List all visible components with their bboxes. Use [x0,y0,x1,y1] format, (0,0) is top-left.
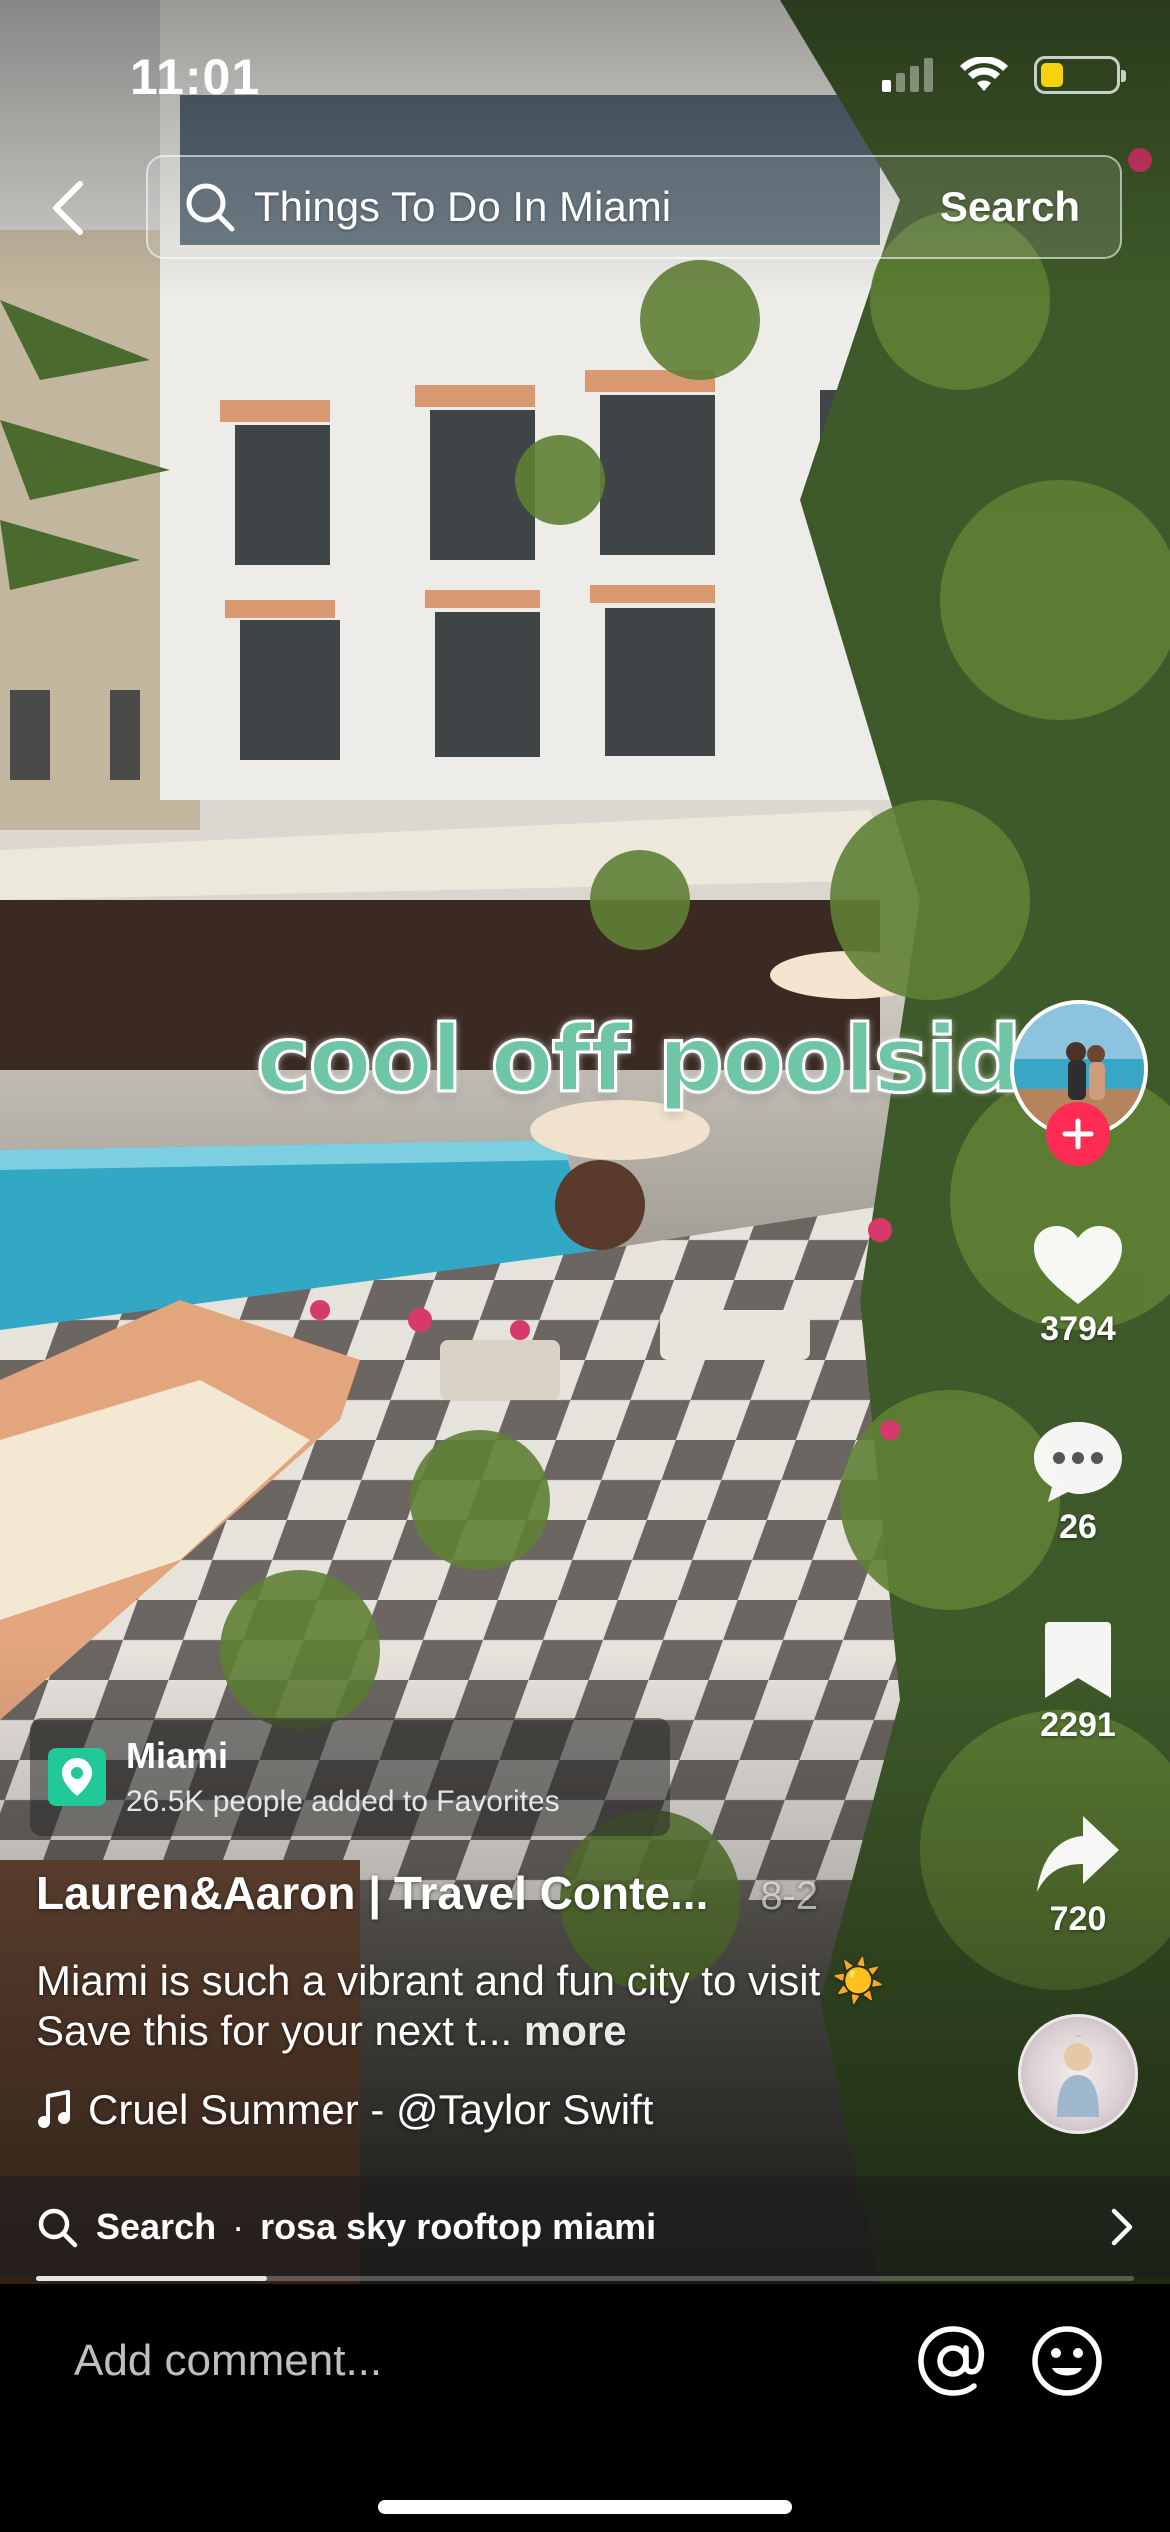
post-date: 8-2 [760,1874,819,1918]
post-description[interactable]: Miami is such a vibrant and fun city to … [36,1956,896,2056]
comment-input[interactable]: Add comment... [74,2336,382,2386]
like-button[interactable]: 3794 [1018,1224,1138,1349]
save-count: 2291 [1040,1706,1116,1744]
like-count: 3794 [1040,1310,1116,1348]
related-search-label: Search [96,2206,217,2247]
video-progress-fill [36,2276,267,2281]
author-row: Lauren&Aaron | Travel Conte... 8-2 [36,1866,818,1920]
sound-title: Cruel Summer - @Taylor Swift [88,2086,654,2133]
related-search-term: rosa sky rooftop miami [260,2206,657,2247]
cellular-signal-icon [882,58,933,92]
comment-button[interactable]: 26 [1018,1420,1138,1547]
share-button[interactable]: 720 [1018,1814,1138,1939]
location-tag[interactable]: Miami 26.5K people added to Favorites [30,1718,670,1836]
svg-text:~: ~ [1074,2032,1082,2042]
video-overlay-caption: cool off poolside [254,1005,1083,1115]
separator-dot: · [232,2206,245,2247]
more-link[interactable]: more [524,2007,627,2054]
status-time: 11:01 [130,49,261,105]
music-note-icon [38,2090,70,2128]
search-icon [186,183,235,232]
heart-icon [1034,1226,1122,1304]
author-name[interactable]: Lauren&Aaron | Travel Conte... [36,1866,708,1920]
mention-icon[interactable] [916,2324,990,2398]
save-button[interactable]: 2291 [1018,1620,1138,1745]
sound-link[interactable]: Cruel Summer - @Taylor Swift [36,2086,653,2134]
search-query[interactable]: Things To Do In Miami [254,183,940,231]
share-arrow-icon [1037,1816,1119,1892]
comment-bar: Add comment... [0,2284,1170,2532]
sound-disc[interactable]: ~ [1018,2014,1138,2134]
search-button[interactable]: Search [940,183,1080,231]
status-icons [882,56,1126,94]
bookmark-icon [1045,1622,1111,1698]
location-favorites-count: 26.5K people added to Favorites [126,1785,560,1818]
chevron-left-icon [53,181,83,235]
location-name: Miami [126,1735,229,1776]
battery-icon [1034,56,1126,94]
video-progress-bar[interactable] [36,2276,1134,2281]
home-indicator [378,2500,792,2514]
comment-icon [1034,1422,1122,1502]
follow-button[interactable] [1046,1102,1110,1166]
back-button[interactable] [38,178,98,238]
video-player[interactable] [0,0,1170,2284]
comment-count: 26 [1059,1508,1097,1546]
location-pin-icon [48,1748,106,1806]
share-count: 720 [1049,1900,1107,1938]
sound-cover-image: ~ [1057,2032,1099,2117]
description-text: Miami is such a vibrant and fun city to … [36,1957,885,2054]
chevron-right-icon [1111,2208,1133,2246]
plus-icon [1062,1118,1094,1150]
emoji-icon[interactable] [1030,2324,1104,2398]
search-bar[interactable]: Things To Do In Miami Search [146,155,1122,259]
wifi-icon [960,57,1008,91]
related-search-bar[interactable]: Search · rosa sky rooftop miami [0,2176,1170,2278]
battery-level [1041,63,1063,87]
search-icon [38,2208,78,2248]
